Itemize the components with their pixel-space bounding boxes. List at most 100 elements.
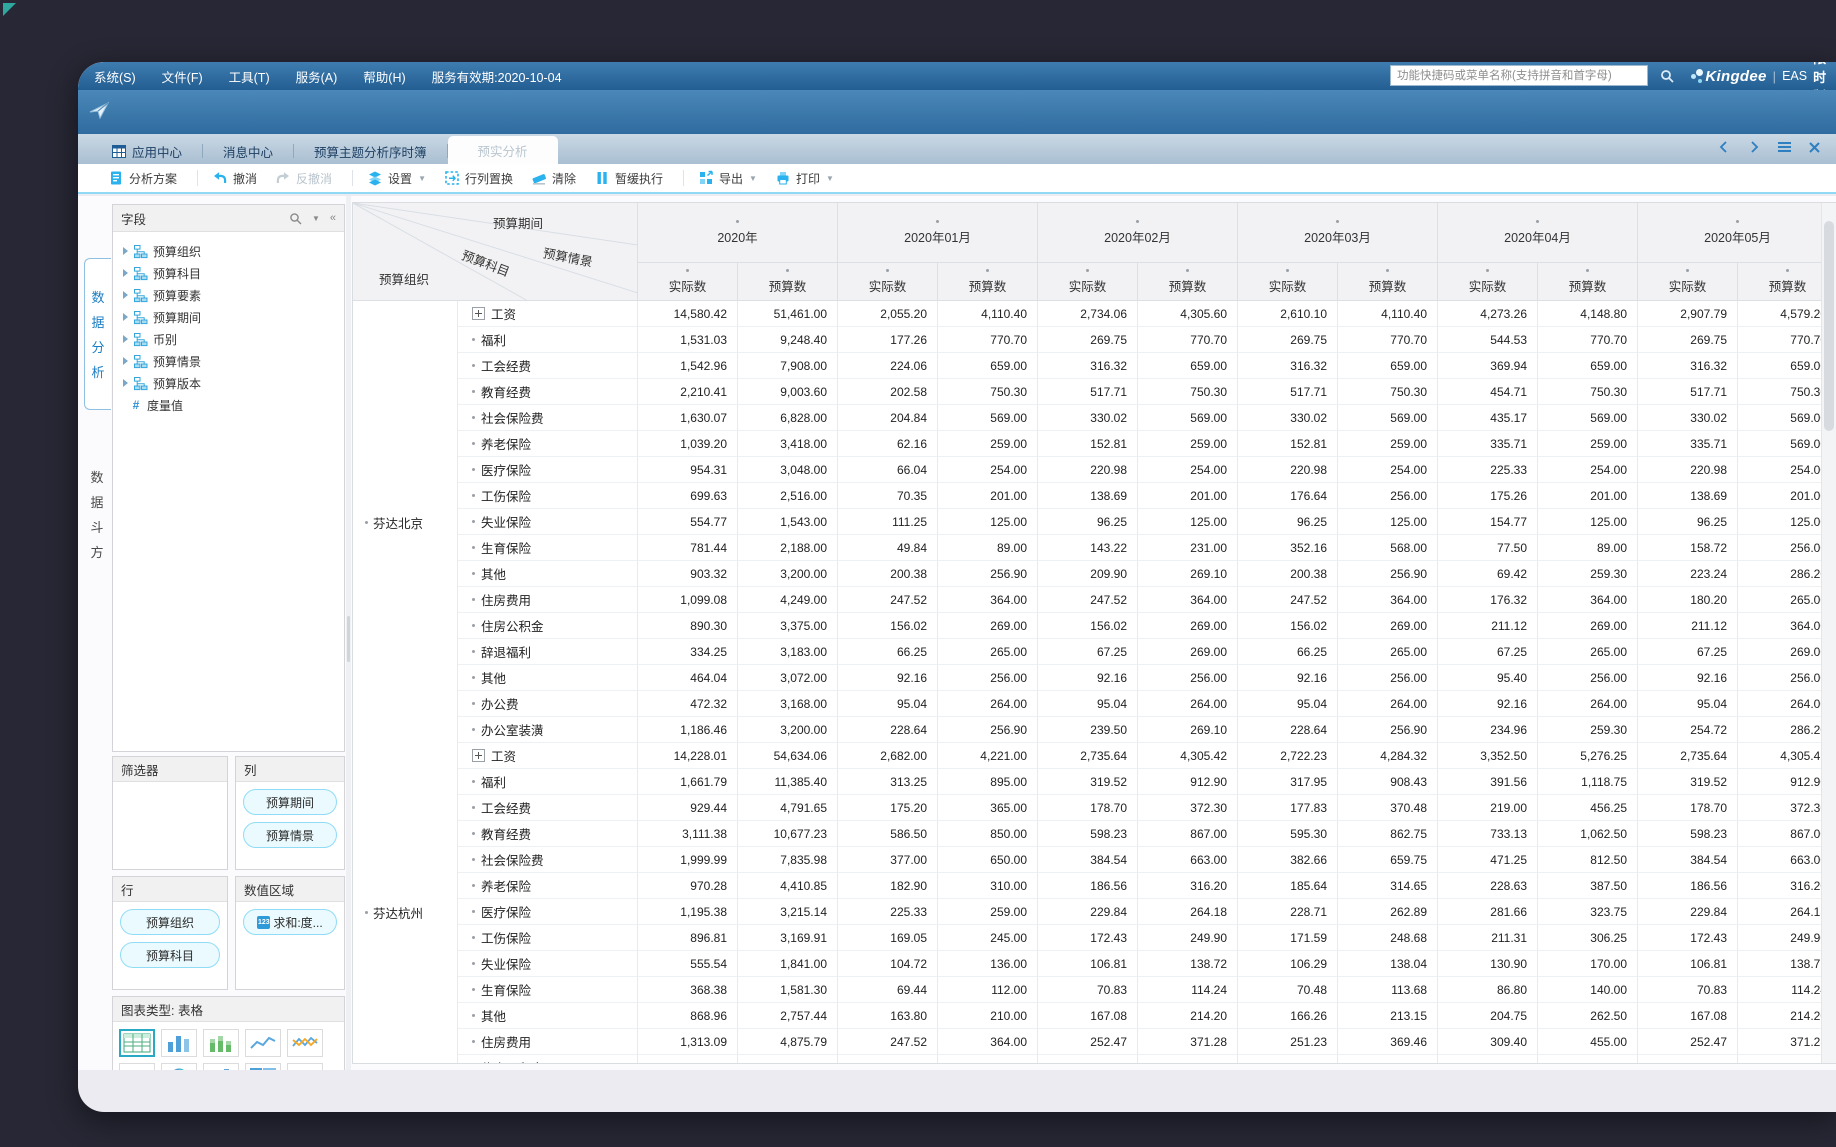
value-cell[interactable]: 319.52: [1038, 769, 1138, 795]
value-cell[interactable]: 140.00: [1538, 977, 1638, 1003]
subject-row-header[interactable]: 工伤保险: [458, 483, 638, 509]
toolbar-undo-button[interactable]: 撤消: [212, 170, 257, 187]
subject-row-header[interactable]: 其他: [458, 1003, 638, 1029]
value-cell[interactable]: 274.38: [1138, 1055, 1238, 1063]
value-cell[interactable]: 104.72: [838, 951, 938, 977]
value-cell[interactable]: 92.16: [1038, 665, 1138, 691]
value-cell[interactable]: 70.48: [1238, 977, 1338, 1003]
value-cell[interactable]: 2,188.00: [738, 535, 838, 561]
value-cell[interactable]: 9,003.60: [738, 379, 838, 405]
value-cell[interactable]: 156.02: [1238, 613, 1338, 639]
menu-item-1[interactable]: 文件(F): [162, 67, 203, 86]
value-cell[interactable]: 62.16: [838, 431, 938, 457]
value-cell[interactable]: 269.00: [1138, 639, 1238, 665]
subject-row-header[interactable]: 辞退福利: [458, 639, 638, 665]
value-cell[interactable]: 281.66: [1438, 899, 1538, 925]
subject-row-header[interactable]: 失业保险: [458, 509, 638, 535]
value-cell[interactable]: 247.52: [1238, 587, 1338, 613]
value-cell[interactable]: 248.68: [1338, 925, 1438, 951]
value-cell[interactable]: 210.00: [938, 1003, 1038, 1029]
value-cell[interactable]: 89.00: [938, 535, 1038, 561]
menu-item-0[interactable]: 系统(S): [94, 67, 136, 86]
value-cell[interactable]: 86.80: [1438, 977, 1538, 1003]
value-cell[interactable]: 223.24: [1638, 561, 1738, 587]
value-cell[interactable]: 733.13: [1438, 821, 1538, 847]
dropdown-arrow-icon[interactable]: ▼: [418, 174, 426, 183]
subject-row-header[interactable]: 养老保险: [458, 431, 638, 457]
value-cell[interactable]: 868.96: [638, 1003, 738, 1029]
subject-row-header[interactable]: 医疗保险: [458, 899, 638, 925]
chart-type-line-icon[interactable]: [245, 1029, 281, 1057]
value-cell[interactable]: 14,228.01: [638, 743, 738, 769]
value-cell[interactable]: 659.00: [1338, 353, 1438, 379]
value-cell[interactable]: 310.00: [938, 873, 1038, 899]
subject-row-header[interactable]: 其他: [458, 665, 638, 691]
field-tree-item-measure[interactable]: #度量值: [117, 394, 340, 416]
value-cell[interactable]: 387.50: [1538, 873, 1638, 899]
value-cell[interactable]: 372.30: [1138, 795, 1238, 821]
value-cell[interactable]: 187.60: [1038, 1055, 1138, 1063]
value-cell[interactable]: 14,580.42: [638, 301, 738, 327]
vertical-scrollbar[interactable]: [1821, 203, 1836, 1063]
subject-row-header[interactable]: 办公室装潢: [458, 717, 638, 743]
side-tab-data-analysis[interactable]: 数据分析: [84, 258, 111, 410]
value-cell[interactable]: 3,183.00: [738, 639, 838, 665]
value-cell[interactable]: 69.42: [1438, 561, 1538, 587]
value-cell[interactable]: 663.00: [1138, 847, 1238, 873]
value-cell[interactable]: 750.30: [1338, 379, 1438, 405]
value-cell[interactable]: 256.90: [1338, 717, 1438, 743]
value-cell[interactable]: 316.32: [1238, 353, 1338, 379]
value-cell[interactable]: 259.30: [1538, 561, 1638, 587]
value-cell[interactable]: 269.75: [1238, 327, 1338, 353]
value-cell[interactable]: 1,039.20: [638, 431, 738, 457]
subject-row-header[interactable]: 教育经费: [458, 821, 638, 847]
value-cell[interactable]: 364.00: [1338, 587, 1438, 613]
value-cell[interactable]: 125.00: [1538, 509, 1638, 535]
value-cell[interactable]: 377.00: [838, 847, 938, 873]
value-cell[interactable]: 391.56: [1438, 769, 1538, 795]
toolbar-layers-button[interactable]: 设置▼: [367, 170, 426, 187]
sub-col-header[interactable]: 预算数: [1138, 263, 1238, 301]
value-cell[interactable]: 204.75: [1438, 1003, 1538, 1029]
value-cell[interactable]: 659.00: [938, 353, 1038, 379]
value-cell[interactable]: 256.90: [938, 561, 1038, 587]
sub-col-header[interactable]: 预算数: [738, 263, 838, 301]
value-cell[interactable]: 177.83: [1238, 795, 1338, 821]
value-cell[interactable]: 259.00: [1338, 431, 1438, 457]
value-cell[interactable]: 265.00: [1538, 639, 1638, 665]
value-cell[interactable]: 517.71: [1238, 379, 1338, 405]
value-cell[interactable]: 464.04: [638, 665, 738, 691]
value-cell[interactable]: 172.43: [1038, 925, 1138, 951]
value-cell[interactable]: 4,110.40: [938, 301, 1038, 327]
value-cell[interactable]: 4,284.32: [1338, 743, 1438, 769]
tab-0[interactable]: 应用中心: [92, 138, 202, 164]
chart-type-bar-icon[interactable]: [161, 1029, 197, 1057]
value-cell[interactable]: 214.20: [1138, 1003, 1238, 1029]
value-cell[interactable]: 231.00: [1138, 535, 1238, 561]
value-cell[interactable]: 67.25: [1438, 639, 1538, 665]
value-cell[interactable]: 335.71: [1638, 431, 1738, 457]
value-cell[interactable]: 256.00: [1538, 665, 1638, 691]
value-cell[interactable]: 365.00: [938, 795, 1038, 821]
value-cell[interactable]: 96.25: [1638, 509, 1738, 535]
value-cell[interactable]: 178.70: [1638, 795, 1738, 821]
value-cell[interactable]: 95.04: [1238, 691, 1338, 717]
sub-col-header[interactable]: 实际数: [1038, 263, 1138, 301]
value-cell[interactable]: 259.30: [1538, 717, 1638, 743]
field-tree-item-2[interactable]: 预算要素: [117, 284, 340, 306]
value-cell[interactable]: 167.08: [1038, 1003, 1138, 1029]
value-cell[interactable]: 92.16: [838, 665, 938, 691]
value-cell[interactable]: 66.25: [838, 639, 938, 665]
tab-close-icon[interactable]: [1806, 139, 1822, 155]
value-cell[interactable]: 264.18: [1138, 899, 1238, 925]
value-cell[interactable]: 229.84: [1638, 899, 1738, 925]
value-cell[interactable]: 1,313.09: [638, 1029, 738, 1055]
menu-item-2[interactable]: 工具(T): [229, 67, 270, 86]
value-cell[interactable]: 314.65: [1338, 873, 1438, 899]
menu-item-4[interactable]: 帮助(H): [363, 67, 405, 86]
value-cell[interactable]: 598.23: [1638, 821, 1738, 847]
col-group-header-0[interactable]: 2020年: [638, 203, 838, 263]
value-cell[interactable]: 269.00: [1138, 613, 1238, 639]
sub-col-header[interactable]: 预算数: [1338, 263, 1438, 301]
subject-row-header[interactable]: 其他: [458, 561, 638, 587]
